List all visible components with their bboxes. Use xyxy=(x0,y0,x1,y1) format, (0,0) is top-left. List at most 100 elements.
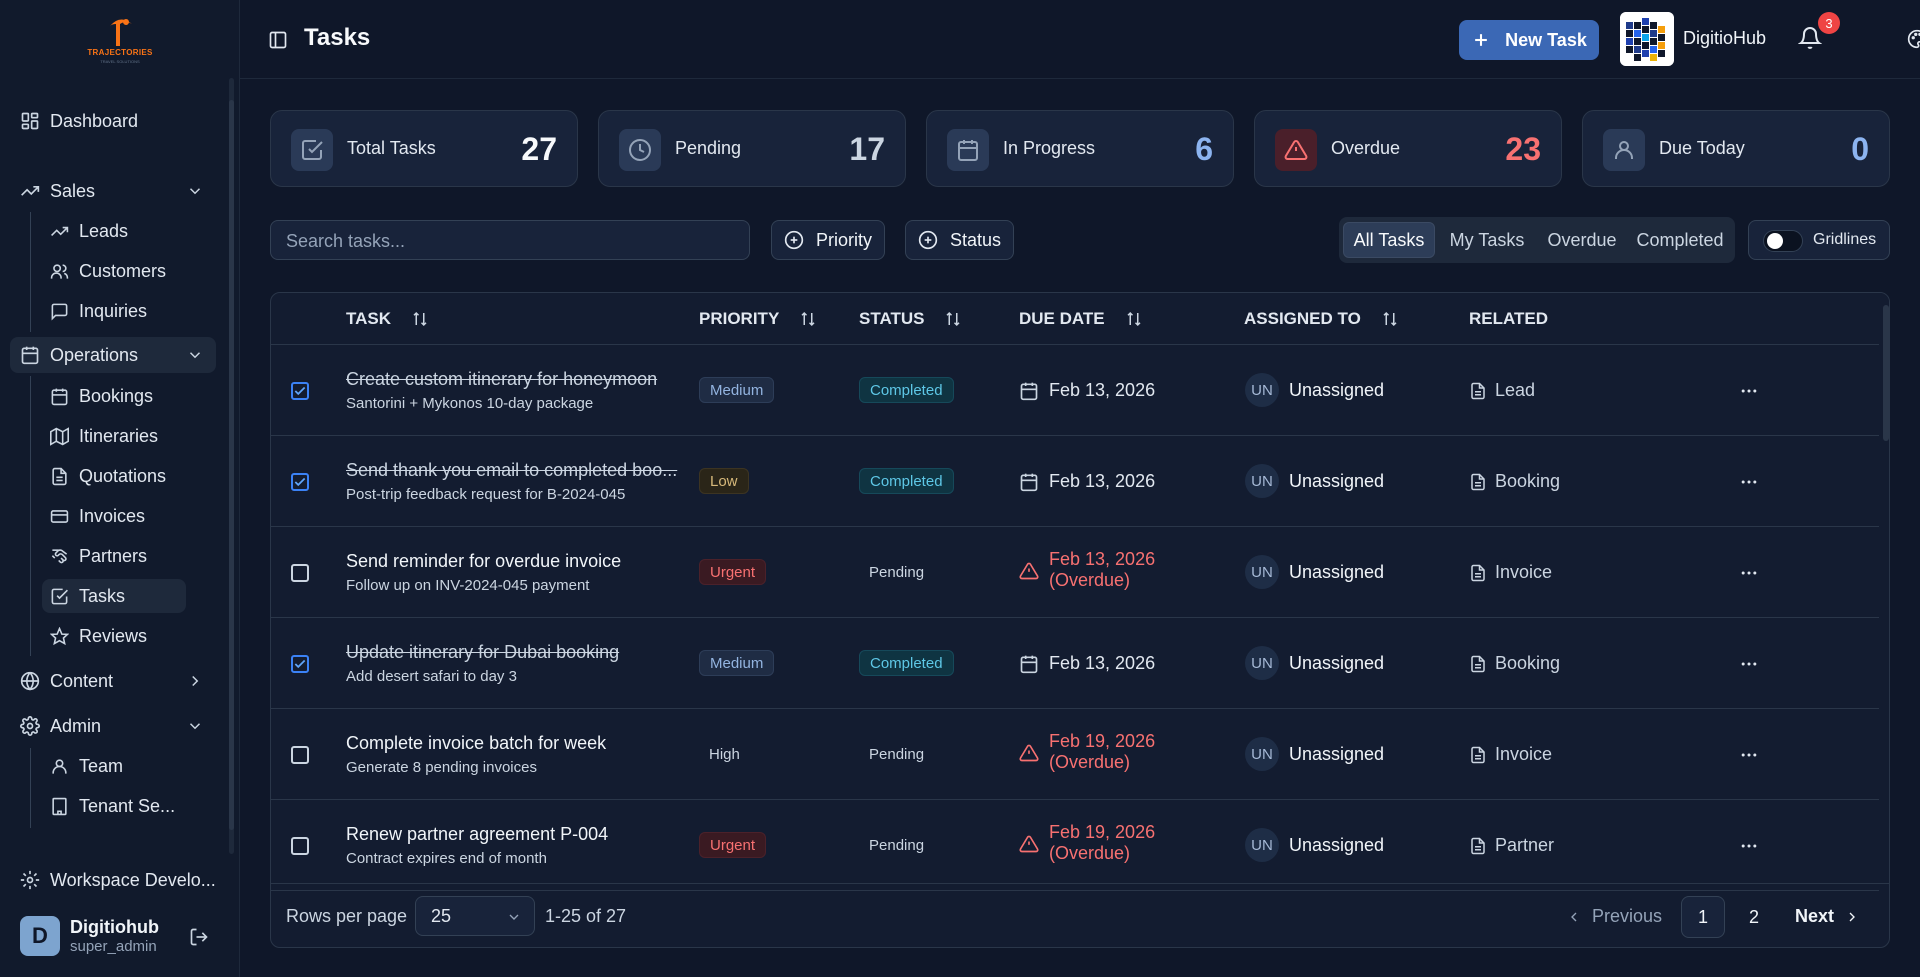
logo-mark-icon xyxy=(110,19,132,46)
related-entity[interactable]: Lead xyxy=(1469,380,1535,401)
column-priority[interactable]: PRIORITY xyxy=(699,309,817,329)
table-scrollbar[interactable] xyxy=(1879,293,1889,883)
status-filter-button[interactable]: Status xyxy=(905,220,1015,260)
related-entity[interactable]: Booking xyxy=(1469,653,1560,674)
nav-workspace[interactable]: Workspace Develo... xyxy=(20,862,220,898)
page-1-button[interactable]: 1 xyxy=(1681,896,1725,938)
page-2-button[interactable]: 2 xyxy=(1732,896,1776,938)
related-entity[interactable]: Invoice xyxy=(1469,562,1552,583)
priority-filter-button[interactable]: Priority xyxy=(771,220,886,260)
table-row[interactable]: Complete invoice batch for week Generate … xyxy=(271,709,1879,800)
rows-per-page-select[interactable]: 25 xyxy=(415,896,535,936)
task-checkbox[interactable] xyxy=(291,382,309,400)
tab-my-tasks[interactable]: My Tasks xyxy=(1439,222,1535,258)
sidebar-item-team[interactable]: Team xyxy=(42,749,186,783)
table-footer: Rows per page 25 1-25 of 27 Previous 1 2… xyxy=(271,883,1889,947)
table-row[interactable]: Update itinerary for Dubai booking Add de… xyxy=(271,618,1879,709)
sidebar-item-tenant-settings[interactable]: Tenant Se... xyxy=(42,789,186,823)
more-actions-icon[interactable] xyxy=(1739,472,1759,492)
assignee-avatar: UN xyxy=(1245,646,1279,680)
task-checkbox[interactable] xyxy=(291,564,309,582)
status-badge: Pending xyxy=(869,745,925,763)
sidebar-item-partners[interactable]: Partners xyxy=(42,539,186,573)
priority-badge: Urgent xyxy=(699,559,767,585)
search-input[interactable]: Search tasks... xyxy=(270,220,750,260)
sidebar-item-label: Reviews xyxy=(79,625,148,646)
palette-icon[interactable] xyxy=(1907,29,1920,49)
column-task[interactable]: TASK xyxy=(346,309,429,329)
sidebar-item-reviews[interactable]: Reviews xyxy=(42,619,186,653)
related-label: Invoice xyxy=(1495,744,1553,764)
table-scroll-thumb[interactable] xyxy=(1883,305,1889,441)
sidebar-item-itineraries[interactable]: Itineraries xyxy=(42,419,186,453)
task-checkbox[interactable] xyxy=(291,473,309,491)
tenant-logo[interactable] xyxy=(1620,12,1674,66)
task-title[interactable]: Send reminder for overdue invoice xyxy=(346,551,686,572)
chevron-down-icon xyxy=(189,352,201,359)
table-row[interactable]: Send reminder for overdue invoice Follow … xyxy=(271,527,1879,618)
related-entity[interactable]: Partner xyxy=(1469,835,1554,856)
sidebar-scroll-thumb[interactable] xyxy=(229,100,234,830)
more-actions-icon[interactable] xyxy=(1739,654,1759,674)
tab-overdue[interactable]: Overdue xyxy=(1539,222,1625,258)
sort-icon xyxy=(946,311,961,327)
task-checkbox[interactable] xyxy=(291,655,309,673)
more-actions-icon[interactable] xyxy=(1739,836,1759,856)
column-status[interactable]: STATUS xyxy=(859,309,962,329)
user-name: Digitiohub xyxy=(70,917,159,937)
check-square-icon xyxy=(291,129,333,171)
task-checkbox[interactable] xyxy=(291,746,309,764)
nav-admin[interactable]: Admin xyxy=(20,708,216,744)
nav-content[interactable]: Content xyxy=(20,663,216,699)
logout-icon[interactable] xyxy=(189,927,209,947)
task-title[interactable]: Send thank you email to completed boo... xyxy=(346,460,686,481)
related-entity[interactable]: Invoice xyxy=(1469,744,1552,765)
column-assigned-to[interactable]: ASSIGNED TO xyxy=(1244,309,1399,329)
related-entity[interactable]: Booking xyxy=(1469,471,1560,492)
file-text-icon xyxy=(1471,746,1485,763)
new-task-button[interactable]: New Task xyxy=(1459,20,1599,60)
gear-icon xyxy=(20,870,40,890)
gridlines-toggle[interactable] xyxy=(1763,230,1803,252)
sidebar-item-tasks[interactable]: Tasks xyxy=(42,579,186,613)
column-due-date[interactable]: DUE DATE xyxy=(1019,309,1143,329)
table-row[interactable]: Send thank you email to completed boo...… xyxy=(271,436,1879,527)
more-actions-icon[interactable] xyxy=(1739,563,1759,583)
sidebar-item-label: Leads xyxy=(79,220,129,241)
sidebar-scrollbar[interactable] xyxy=(229,78,234,854)
previous-page-button[interactable]: Previous xyxy=(1566,906,1662,927)
brand-logo[interactable]: TRAJECTORIES TRAVEL SOLUTIONS xyxy=(80,12,160,68)
chevron-right-icon xyxy=(192,675,199,687)
more-actions-icon[interactable] xyxy=(1739,745,1759,765)
sidebar-item-leads[interactable]: Leads xyxy=(42,214,186,248)
plus-icon xyxy=(1475,34,1487,46)
tab-completed[interactable]: Completed xyxy=(1629,222,1731,258)
sidebar-item-inquiries[interactable]: Inquiries xyxy=(42,294,186,328)
nav-dashboard-label: Dashboard xyxy=(50,110,139,131)
sidebar-toggle-icon[interactable] xyxy=(268,30,288,50)
task-title[interactable]: Update itinerary for Dubai booking xyxy=(346,642,686,663)
tab-all-tasks[interactable]: All Tasks xyxy=(1343,222,1435,258)
nav-sales[interactable]: Sales xyxy=(20,173,216,209)
table-header: TASK PRIORITY STATUS DUE DATE ASSIGNED T… xyxy=(271,293,1879,345)
task-title[interactable]: Renew partner agreement P-004 xyxy=(346,824,686,845)
more-actions-icon[interactable] xyxy=(1739,381,1759,401)
user-profile[interactable]: D Digitiohub super_admin xyxy=(20,916,159,956)
task-title[interactable]: Create custom itinerary for honeymoon xyxy=(346,369,686,390)
task-checkbox[interactable] xyxy=(291,837,309,855)
next-page-button[interactable]: Next xyxy=(1795,906,1860,927)
task-title[interactable]: Complete invoice batch for week xyxy=(346,733,686,754)
header: Tasks New Task DigitioHub 3 xyxy=(240,0,1920,79)
table-row[interactable]: Create custom itinerary for honeymoon San… xyxy=(271,345,1879,436)
sidebar-item-quotations[interactable]: Quotations xyxy=(42,459,186,493)
sidebar-item-customers[interactable]: Customers xyxy=(42,254,186,288)
sidebar-item-invoices[interactable]: Invoices xyxy=(42,499,186,533)
bell-icon[interactable] xyxy=(1798,26,1822,50)
nav-operations[interactable]: Operations xyxy=(10,337,216,373)
admin-tree-line xyxy=(30,748,31,828)
nav-dashboard[interactable]: Dashboard xyxy=(20,103,216,139)
table-row[interactable]: Renew partner agreement P-004 Contract ex… xyxy=(271,800,1879,891)
user-icon xyxy=(1603,129,1645,171)
pagination-range: 1-25 of 27 xyxy=(545,906,627,926)
sidebar-item-bookings[interactable]: Bookings xyxy=(42,379,186,413)
